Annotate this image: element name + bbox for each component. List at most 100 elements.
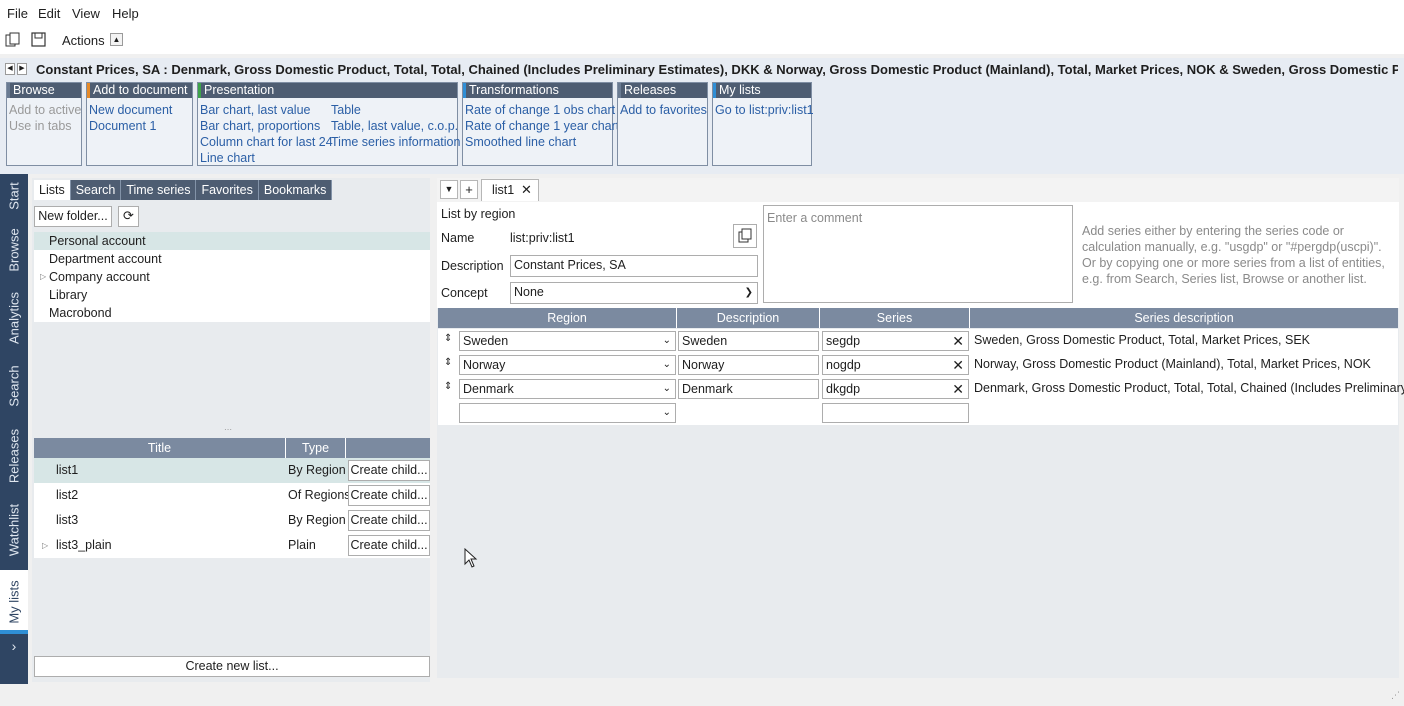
region-select[interactable]: Norway ⌄ (459, 355, 676, 375)
column-title[interactable]: Title (34, 438, 286, 458)
rate-of-change-1-obs-link[interactable]: Rate of change 1 obs chart (465, 103, 615, 117)
column-type[interactable]: Type (286, 438, 346, 458)
expand-rail-icon[interactable]: › (0, 636, 28, 656)
splitter-grip-icon[interactable]: ⋯ (224, 426, 238, 434)
copy-document-icon[interactable] (4, 31, 22, 49)
expand-arrow-icon[interactable]: ▷ (40, 268, 46, 286)
column-chart-link[interactable]: Column chart for last 24 (200, 135, 333, 149)
go-to-list-link[interactable]: Go to list:priv:list1 (715, 103, 814, 117)
tab-lists[interactable]: Lists (34, 180, 71, 200)
column-series-description[interactable]: Series description (970, 308, 1398, 328)
description-cell[interactable]: Sweden (678, 331, 819, 351)
list-title: list2 (56, 488, 79, 502)
refresh-icon[interactable]: ⟳ (118, 206, 139, 227)
tree-item-department-account[interactable]: Department account (34, 250, 430, 268)
scroll-right-icon[interactable]: ▶ (17, 63, 27, 75)
series-description: Sweden, Gross Domestic Product, Total, M… (974, 333, 1311, 347)
region-select[interactable]: Sweden ⌄ (459, 331, 676, 351)
side-tab-my-lists[interactable]: My lists (0, 570, 28, 634)
menu-help[interactable]: Help (112, 6, 139, 21)
series-input[interactable] (822, 403, 969, 423)
bar-chart-last-value-link[interactable]: Bar chart, last value (200, 103, 310, 117)
region-select[interactable]: ⌄ (459, 403, 676, 423)
list-type: Of Regions (288, 488, 351, 502)
series-table-header: Region Description Series Series descrip… (438, 308, 1398, 328)
document-1-link[interactable]: Document 1 (89, 119, 156, 133)
create-child-button[interactable]: Create child... (348, 460, 430, 481)
remove-series-icon[interactable]: ✕ (952, 380, 964, 398)
close-icon[interactable]: ✕ (521, 180, 532, 200)
new-document-link[interactable]: New document (89, 103, 172, 117)
scroll-left-icon[interactable]: ◀ (5, 63, 15, 75)
time-series-information-link[interactable]: Time series information (331, 135, 460, 149)
copy-name-icon[interactable] (733, 224, 757, 248)
remove-series-icon[interactable]: ✕ (952, 356, 964, 374)
tree-item-macrobond[interactable]: Macrobond (34, 304, 430, 322)
expand-arrow-icon[interactable]: ▷ (42, 533, 48, 558)
line-chart-link[interactable]: Line chart (200, 151, 255, 165)
tree-item-personal-account[interactable]: Personal account (34, 232, 430, 250)
table-row[interactable]: ▷ list3_plain Plain Create child... (34, 533, 430, 558)
series-cell[interactable]: nogdp ✕ (822, 355, 969, 375)
ribbon-group-title: Presentation (198, 83, 457, 98)
tree-item-library[interactable]: Library (34, 286, 430, 304)
description-cell[interactable]: Denmark (678, 379, 819, 399)
region-select[interactable]: Denmark ⌄ (459, 379, 676, 399)
comment-field[interactable]: Enter a comment (763, 205, 1073, 303)
side-tab-browse[interactable]: Browse (0, 222, 28, 278)
ribbon-group-title: Browse (7, 83, 81, 98)
add-tab-icon[interactable]: + (460, 180, 478, 199)
smoothed-line-chart-link[interactable]: Smoothed line chart (465, 135, 576, 149)
drag-handle-icon[interactable]: ⇕ (444, 357, 452, 368)
description-field[interactable]: Constant Prices, SA (510, 255, 758, 277)
add-to-favorites-link[interactable]: Add to favorites (620, 103, 707, 117)
rate-of-change-1-year-link[interactable]: Rate of change 1 year chart (465, 119, 619, 133)
use-in-tabs-link[interactable]: Use in tabs (9, 119, 72, 133)
table-link[interactable]: Table (331, 103, 361, 117)
table-row: ⇕ Denmark ⌄ Denmark dkgdp ✕ Denmark, Gross… (438, 377, 1404, 401)
description-cell[interactable]: Norway (678, 355, 819, 375)
column-series[interactable]: Series (820, 308, 970, 328)
side-tab-start[interactable]: Start (0, 174, 28, 218)
tree-item-company-account[interactable]: ▷ Company account (34, 268, 430, 286)
column-description[interactable]: Description (677, 308, 820, 328)
table-last-value-link[interactable]: Table, last value, c.o.p. (331, 119, 458, 133)
tab-search[interactable]: Search (71, 180, 122, 200)
side-tab-search[interactable]: Search (0, 358, 28, 414)
series-cell[interactable]: segdp ✕ (822, 331, 969, 351)
create-child-button[interactable]: Create child... (348, 510, 430, 531)
table-row[interactable]: list1 By Region Create child... (34, 458, 430, 483)
add-to-active-link[interactable]: Add to active (9, 103, 81, 117)
collapse-actions-icon[interactable]: ▲ (110, 33, 123, 46)
tab-time-series[interactable]: Time series (121, 180, 197, 200)
column-region[interactable]: Region (458, 308, 677, 328)
series-cell[interactable]: dkgdp ✕ (822, 379, 969, 399)
mouse-cursor-icon (464, 548, 478, 568)
remove-series-icon[interactable]: ✕ (952, 332, 964, 350)
tab-bookmarks[interactable]: Bookmarks (259, 180, 333, 200)
create-new-list-button[interactable]: Create new list... (34, 656, 430, 677)
tab-dropdown-icon[interactable]: ▼ (440, 180, 458, 199)
table-row[interactable]: list2 Of Regions Create child... (34, 483, 430, 508)
save-icon[interactable] (30, 31, 48, 49)
name-label: Name (441, 231, 475, 245)
document-title: Constant Prices, SA : Denmark, Gross Dom… (36, 62, 1398, 77)
menu-file[interactable]: File (7, 6, 28, 21)
create-child-button[interactable]: Create child... (348, 535, 430, 556)
concept-select[interactable]: None ❯ (510, 282, 758, 304)
tab-favorites[interactable]: Favorites (196, 180, 259, 200)
create-child-button[interactable]: Create child... (348, 485, 430, 506)
menu-view[interactable]: View (72, 6, 100, 21)
side-tab-watchlist[interactable]: Watchlist (0, 496, 28, 564)
side-tab-releases[interactable]: Releases (0, 424, 28, 488)
bar-chart-proportions-link[interactable]: Bar chart, proportions (200, 119, 320, 133)
side-tab-analytics[interactable]: Analytics (0, 284, 28, 352)
tab-list1[interactable]: list1 ✕ (481, 179, 539, 201)
drag-handle-icon[interactable]: ⇕ (444, 381, 452, 392)
resize-grip-icon[interactable]: ⋰ (1391, 690, 1400, 701)
menu-edit[interactable]: Edit (38, 6, 60, 21)
table-row[interactable]: list3 By Region Create child... (34, 508, 430, 533)
list-type: Plain (288, 538, 316, 552)
drag-handle-icon[interactable]: ⇕ (444, 333, 452, 344)
new-folder-button[interactable]: New folder... (34, 206, 112, 227)
